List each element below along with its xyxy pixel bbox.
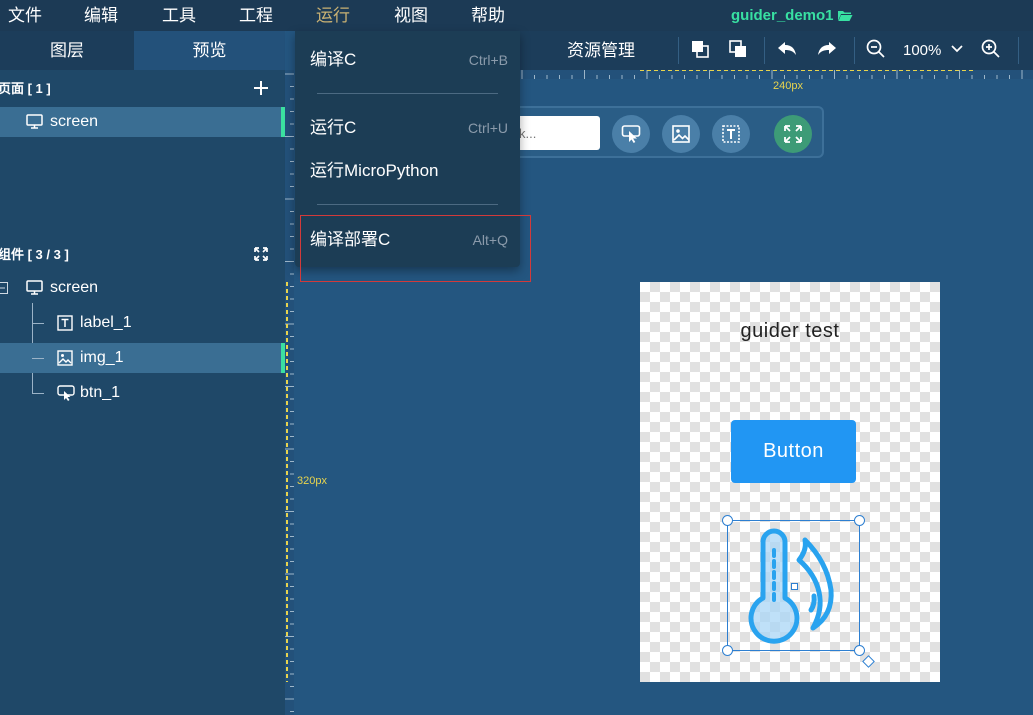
zoom-in-icon — [981, 39, 1000, 58]
pages-section-title: 页面 [ 1 ] — [0, 81, 51, 96]
add-page-button[interactable] — [250, 78, 272, 100]
rotate-handle[interactable] — [862, 655, 875, 668]
resize-handle-top-left[interactable] — [722, 515, 733, 526]
text-widget-icon — [57, 315, 73, 331]
menu-bar: 文件 编辑 工具 工程 运行 视图 帮助 guider_demo1 — [0, 0, 1033, 31]
toolbar-divider — [854, 37, 855, 64]
project-title-text: guider_demo1 — [731, 7, 834, 24]
monitor-icon — [26, 280, 43, 295]
expand-tree-button[interactable] — [250, 244, 272, 266]
zoom-dropdown-button[interactable] — [950, 39, 964, 64]
menu-item-shortcut: Ctrl+B — [468, 52, 508, 68]
toolbar-divider — [678, 37, 679, 64]
image-widget-icon — [672, 125, 690, 143]
bring-front-button[interactable] — [690, 39, 710, 64]
tree-row-label: btn_1 — [80, 384, 121, 401]
menu-divider — [317, 93, 498, 94]
tree-row-screen[interactable]: screen — [0, 273, 285, 303]
menu-item-run-micropython[interactable]: 运行MicroPython — [295, 151, 520, 191]
button-widget-icon — [621, 125, 641, 143]
send-to-back-icon — [729, 40, 746, 57]
send-back-button[interactable] — [728, 39, 748, 64]
highlight-annotation-box — [300, 215, 531, 282]
tree-row-btn-1[interactable]: btn_1 — [0, 378, 285, 408]
button-widget-icon — [57, 385, 75, 401]
monitor-icon — [26, 114, 43, 129]
menu-view[interactable]: 视图 — [394, 0, 428, 31]
resize-handle-bottom-right[interactable] — [854, 645, 865, 656]
menu-item-shortcut: Ctrl+U — [467, 120, 508, 136]
redo-icon — [818, 42, 836, 55]
menu-edit[interactable]: 编辑 — [84, 0, 118, 31]
ruler-ticks — [521, 70, 1023, 79]
page-item-label: screen — [50, 113, 99, 130]
tree-connector — [32, 393, 44, 394]
menu-file[interactable]: 文件 — [8, 0, 42, 31]
page-item-screen[interactable]: screen — [0, 107, 285, 137]
ruler-ticks — [285, 73, 294, 712]
left-tabs: 图层 预览 — [0, 31, 285, 70]
ruler-vertical — [285, 70, 294, 715]
ruler-label-width: 240px — [773, 80, 803, 92]
zoom-out-button[interactable] — [866, 39, 886, 64]
redo-button[interactable] — [816, 39, 838, 64]
screen-label-widget[interactable]: guider test — [640, 320, 940, 343]
menu-divider — [317, 204, 498, 205]
expand-arrows-icon — [784, 125, 802, 143]
ruler-horizontal — [520, 70, 1033, 79]
tree-row-label-1[interactable]: label_1 — [0, 308, 285, 338]
left-panel: 图层 预览 页面 [ 1 ] screen 组件 [ 3 / 3 ] scree… — [0, 31, 285, 715]
plus-icon — [254, 81, 268, 95]
image-selection-box — [722, 515, 875, 668]
tab-resource-manager[interactable]: 资源管理 — [567, 31, 635, 70]
tree-row-img-1[interactable]: img_1 — [0, 343, 285, 373]
zoom-level: 100% — [903, 42, 942, 59]
tab-preview[interactable]: 预览 — [134, 31, 285, 70]
tree-row-label: img_1 — [80, 349, 124, 366]
zoom-in-button[interactable] — [981, 39, 1001, 64]
menu-project[interactable]: 工程 — [239, 0, 273, 31]
screen-button-widget[interactable]: Button — [731, 420, 856, 483]
text-widget-icon — [722, 125, 740, 143]
widgets-section-title: 组件 [ 3 / 3 ] — [0, 247, 69, 262]
menu-tools[interactable]: 工具 — [162, 0, 196, 31]
menu-item-label: 编译C — [310, 50, 357, 69]
undo-button[interactable] — [776, 39, 798, 64]
collapse-toggle-icon[interactable] — [0, 282, 8, 294]
resize-handle-bottom-left[interactable] — [722, 645, 733, 656]
widget-toolbar — [515, 106, 824, 158]
menu-item-label: 运行C — [310, 118, 357, 137]
tree-connector — [32, 323, 44, 324]
add-button-widget[interactable] — [612, 115, 650, 153]
menu-help[interactable]: 帮助 — [471, 0, 505, 31]
toolbar-divider — [764, 37, 765, 64]
menu-item-run-c[interactable]: 运行C Ctrl+U — [295, 108, 520, 148]
chevron-down-icon — [951, 45, 963, 53]
screen-canvas[interactable]: guider test Button — [640, 282, 940, 682]
expand-arrows-icon — [254, 247, 268, 261]
tree-row-label: screen — [50, 279, 99, 296]
image-widget-icon — [57, 350, 73, 366]
tree-connector — [32, 358, 44, 359]
menu-run[interactable]: 运行 — [316, 0, 350, 31]
toolbar-divider — [1018, 37, 1019, 64]
add-label-widget[interactable] — [712, 115, 750, 153]
canvas-toolbar: 资源管理 100% — [520, 31, 1033, 70]
bring-to-front-icon — [692, 41, 709, 58]
widget-search-input[interactable] — [517, 116, 600, 150]
zoom-out-icon — [866, 39, 885, 58]
resize-handle-top-right[interactable] — [854, 515, 865, 526]
tab-layers[interactable]: 图层 — [0, 31, 134, 70]
add-image-widget[interactable] — [662, 115, 700, 153]
fullscreen-button[interactable] — [774, 115, 812, 153]
folder-open-icon — [837, 11, 853, 21]
project-title: guider_demo1 — [731, 0, 853, 31]
undo-icon — [778, 42, 796, 55]
tree-row-label: label_1 — [80, 314, 132, 331]
menu-item-label: 运行MicroPython — [310, 161, 439, 180]
pivot-handle[interactable] — [791, 583, 798, 590]
ruler-label-height: 320px — [297, 475, 327, 487]
menu-item-compile-c[interactable]: 编译C Ctrl+B — [295, 40, 520, 80]
